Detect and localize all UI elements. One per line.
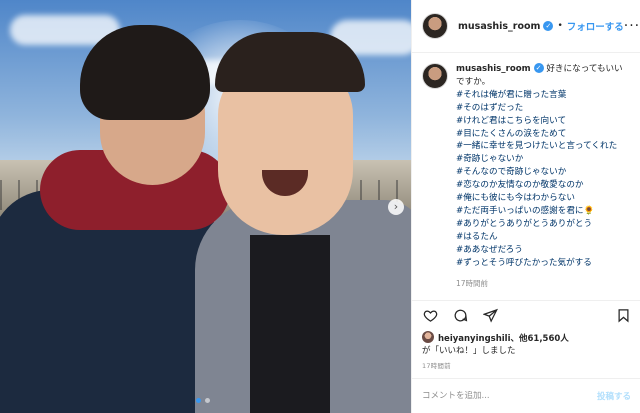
post-side-panel: musashis_room ✓ • フォローする ··· musashis_roo… [411, 0, 640, 413]
more-options-icon[interactable]: ··· [624, 18, 640, 34]
post-header: musashis_room ✓ • フォローする ··· [412, 0, 640, 53]
hashtag-link[interactable]: #ずっとそう呼びたかった気がする [456, 257, 630, 270]
hashtag-list: #それは俺が君に贈った言葉 #そのはずだった #けれど君はこちらを向いて #目にたくさ… [456, 89, 630, 270]
hashtag-link[interactable]: #俺にも彼にも今はわからない [456, 192, 630, 205]
carousel-next-button[interactable]: › [388, 199, 404, 215]
hashtag-link[interactable]: #けれど君はこちらを向いて [456, 115, 630, 128]
hashtag-link[interactable]: #ああなぜだろう [456, 244, 630, 257]
comment-icon[interactable] [452, 308, 468, 324]
hashtag-link[interactable]: #はるたん [456, 231, 630, 244]
hashtag-link[interactable]: #ありがとうありがとうありがとう [456, 218, 630, 231]
post-date[interactable]: 17時間前 [422, 360, 451, 370]
header-username[interactable]: musashis_room ✓ [458, 20, 554, 32]
likes-suffix: が「いいね！」しました [422, 346, 516, 356]
liker-avatar[interactable] [422, 331, 434, 343]
avatar[interactable] [422, 63, 448, 89]
bookmark-icon[interactable] [615, 308, 631, 324]
post-photo[interactable]: › [0, 0, 411, 413]
heart-icon[interactable] [422, 308, 438, 324]
caption-section: musashis_room ✓ 好きになってもいいですか。 #それは俺が君に贈った… [412, 53, 640, 301]
caption-username[interactable]: musashis_room ✓ [456, 63, 544, 74]
person-right-hair [215, 32, 365, 92]
hashtag-link[interactable]: #そのはずだった [456, 102, 630, 115]
share-icon[interactable] [482, 308, 498, 324]
carousel-indicator [196, 398, 210, 403]
caption-time: 17時間前 [456, 278, 489, 288]
follow-button[interactable]: フォローする [567, 19, 624, 33]
hashtag-link[interactable]: #ただ両手いっぱいの感謝を君に🌻 [456, 205, 630, 218]
hashtag-link[interactable]: #目にたくさんの涙をためて [456, 128, 630, 141]
liker-username[interactable]: heiyanyingshili [438, 334, 511, 344]
chevron-right-icon: › [393, 200, 399, 213]
hashtag-link[interactable]: #一緒に幸せを見つけたいと言ってくれた [456, 140, 630, 153]
hashtag-link[interactable]: #そんなので奇跡じゃないか [456, 166, 630, 179]
verified-badge-icon: ✓ [543, 20, 554, 31]
comment-bar: 投稿する [412, 378, 640, 413]
likes-others-count[interactable]: 、他61,560人 [511, 334, 569, 344]
likes-summary: heiyanyingshili、他61,560人 が「いいね！」しました [422, 331, 634, 357]
action-bar [412, 300, 640, 330]
hashtag-link[interactable]: #恋なのか友情なのか敬愛なのか [456, 179, 630, 192]
comment-input[interactable] [422, 391, 597, 401]
caption: musashis_room ✓ 好きになってもいいですか。 #それは俺が君に贈った… [456, 63, 630, 301]
verified-badge-icon: ✓ [533, 63, 544, 73]
post-comment-button[interactable]: 投稿する [597, 390, 631, 402]
header-separator: • [557, 21, 563, 31]
carousel-dot-active [196, 398, 201, 403]
avatar[interactable] [422, 13, 448, 39]
hashtag-link[interactable]: #それは俺が君に贈った言葉 [456, 89, 630, 102]
carousel-dot [205, 398, 210, 403]
person-right-shirt [250, 235, 330, 413]
hashtag-link[interactable]: #奇跡じゃないか [456, 153, 630, 166]
